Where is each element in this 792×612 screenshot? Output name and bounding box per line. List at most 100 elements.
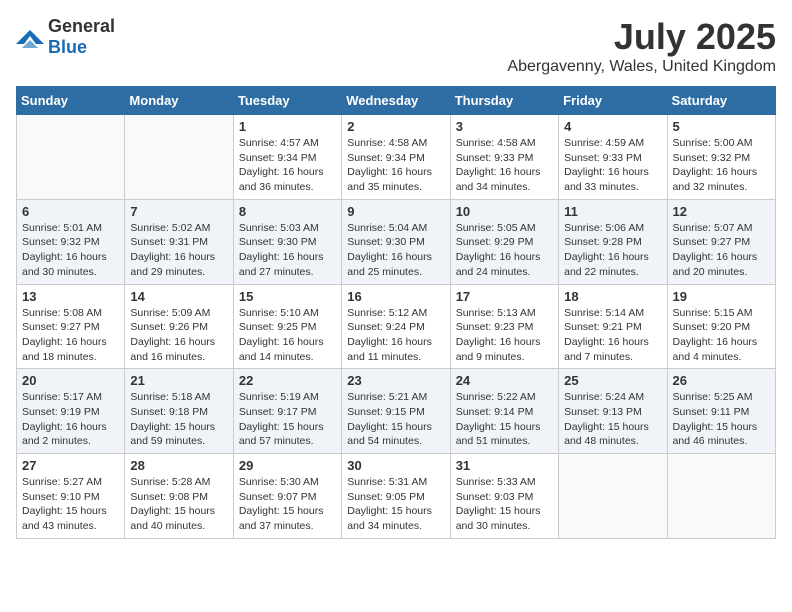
weekday-header-thursday: Thursday [450,87,558,115]
day-info: Sunrise: 4:59 AM Sunset: 9:33 PM Dayligh… [564,136,661,195]
logo-general: General [48,16,115,36]
sunset: Sunset: 9:33 PM [456,152,534,164]
day-cell: 19 Sunrise: 5:15 AM Sunset: 9:20 PM Dayl… [667,284,775,369]
sunset: Sunset: 9:30 PM [239,236,317,248]
day-number: 26 [673,373,770,388]
day-number: 15 [239,289,336,304]
day-number: 31 [456,458,553,473]
page-header: General Blue July 2025 Abergavenny, Wale… [16,16,776,76]
day-info: Sunrise: 5:19 AM Sunset: 9:17 PM Dayligh… [239,390,336,449]
day-cell: 8 Sunrise: 5:03 AM Sunset: 9:30 PM Dayli… [233,199,341,284]
logo-blue: Blue [48,37,87,57]
day-info: Sunrise: 5:28 AM Sunset: 9:08 PM Dayligh… [130,475,227,534]
day-cell [667,454,775,539]
sunrise: Sunrise: 4:58 AM [456,137,536,149]
day-info: Sunrise: 5:10 AM Sunset: 9:25 PM Dayligh… [239,306,336,365]
day-cell: 17 Sunrise: 5:13 AM Sunset: 9:23 PM Dayl… [450,284,558,369]
daylight: Daylight: 16 hours and 11 minutes. [347,336,432,363]
day-cell: 7 Sunrise: 5:02 AM Sunset: 9:31 PM Dayli… [125,199,233,284]
day-info: Sunrise: 4:57 AM Sunset: 9:34 PM Dayligh… [239,136,336,195]
sunrise: Sunrise: 5:05 AM [456,222,536,234]
day-info: Sunrise: 5:13 AM Sunset: 9:23 PM Dayligh… [456,306,553,365]
sunset: Sunset: 9:23 PM [456,321,534,333]
day-number: 21 [130,373,227,388]
calendar: SundayMondayTuesdayWednesdayThursdayFrid… [16,86,776,539]
weekday-header-row: SundayMondayTuesdayWednesdayThursdayFrid… [17,87,776,115]
daylight: Daylight: 16 hours and 24 minutes. [456,251,541,278]
sunrise: Sunrise: 5:07 AM [673,222,753,234]
sunset: Sunset: 9:34 PM [347,152,425,164]
day-info: Sunrise: 5:24 AM Sunset: 9:13 PM Dayligh… [564,390,661,449]
day-number: 18 [564,289,661,304]
day-info: Sunrise: 5:14 AM Sunset: 9:21 PM Dayligh… [564,306,661,365]
day-info: Sunrise: 5:05 AM Sunset: 9:29 PM Dayligh… [456,221,553,280]
daylight: Daylight: 15 hours and 43 minutes. [22,505,107,532]
sunrise: Sunrise: 5:28 AM [130,476,210,488]
sunrise: Sunrise: 5:04 AM [347,222,427,234]
day-cell: 31 Sunrise: 5:33 AM Sunset: 9:03 PM Dayl… [450,454,558,539]
day-number: 17 [456,289,553,304]
daylight: Daylight: 15 hours and 34 minutes. [347,505,432,532]
day-info: Sunrise: 5:18 AM Sunset: 9:18 PM Dayligh… [130,390,227,449]
sunset: Sunset: 9:08 PM [130,491,208,503]
daylight: Daylight: 16 hours and 35 minutes. [347,166,432,193]
daylight: Daylight: 16 hours and 7 minutes. [564,336,649,363]
day-info: Sunrise: 5:01 AM Sunset: 9:32 PM Dayligh… [22,221,119,280]
day-info: Sunrise: 4:58 AM Sunset: 9:33 PM Dayligh… [456,136,553,195]
daylight: Daylight: 15 hours and 30 minutes. [456,505,541,532]
sunrise: Sunrise: 5:03 AM [239,222,319,234]
sunrise: Sunrise: 5:30 AM [239,476,319,488]
day-cell: 11 Sunrise: 5:06 AM Sunset: 9:28 PM Dayl… [559,199,667,284]
sunset: Sunset: 9:07 PM [239,491,317,503]
sunset: Sunset: 9:21 PM [564,321,642,333]
day-cell: 24 Sunrise: 5:22 AM Sunset: 9:14 PM Dayl… [450,369,558,454]
day-info: Sunrise: 5:04 AM Sunset: 9:30 PM Dayligh… [347,221,444,280]
week-row-5: 27 Sunrise: 5:27 AM Sunset: 9:10 PM Dayl… [17,454,776,539]
sunrise: Sunrise: 4:59 AM [564,137,644,149]
day-number: 6 [22,204,119,219]
weekday-header-tuesday: Tuesday [233,87,341,115]
sunset: Sunset: 9:13 PM [564,406,642,418]
sunrise: Sunrise: 5:25 AM [673,391,753,403]
sunrise: Sunrise: 5:08 AM [22,307,102,319]
daylight: Daylight: 16 hours and 34 minutes. [456,166,541,193]
sunrise: Sunrise: 5:02 AM [130,222,210,234]
sunrise: Sunrise: 5:17 AM [22,391,102,403]
day-info: Sunrise: 5:17 AM Sunset: 9:19 PM Dayligh… [22,390,119,449]
sunset: Sunset: 9:34 PM [239,152,317,164]
sunrise: Sunrise: 5:27 AM [22,476,102,488]
day-number: 24 [456,373,553,388]
day-cell: 26 Sunrise: 5:25 AM Sunset: 9:11 PM Dayl… [667,369,775,454]
day-number: 22 [239,373,336,388]
sunset: Sunset: 9:15 PM [347,406,425,418]
daylight: Daylight: 15 hours and 48 minutes. [564,421,649,448]
sunrise: Sunrise: 5:06 AM [564,222,644,234]
daylight: Daylight: 16 hours and 32 minutes. [673,166,758,193]
day-info: Sunrise: 4:58 AM Sunset: 9:34 PM Dayligh… [347,136,444,195]
sunrise: Sunrise: 4:58 AM [347,137,427,149]
day-number: 29 [239,458,336,473]
sunset: Sunset: 9:19 PM [22,406,100,418]
day-cell: 13 Sunrise: 5:08 AM Sunset: 9:27 PM Dayl… [17,284,125,369]
logo: General Blue [16,16,115,58]
sunset: Sunset: 9:33 PM [564,152,642,164]
day-info: Sunrise: 5:22 AM Sunset: 9:14 PM Dayligh… [456,390,553,449]
sunset: Sunset: 9:25 PM [239,321,317,333]
day-cell: 15 Sunrise: 5:10 AM Sunset: 9:25 PM Dayl… [233,284,341,369]
sunrise: Sunrise: 5:33 AM [456,476,536,488]
day-info: Sunrise: 5:25 AM Sunset: 9:11 PM Dayligh… [673,390,770,449]
day-info: Sunrise: 5:21 AM Sunset: 9:15 PM Dayligh… [347,390,444,449]
sunset: Sunset: 9:31 PM [130,236,208,248]
sunset: Sunset: 9:11 PM [673,406,750,418]
daylight: Daylight: 16 hours and 16 minutes. [130,336,215,363]
sunrise: Sunrise: 5:10 AM [239,307,319,319]
day-number: 25 [564,373,661,388]
daylight: Daylight: 16 hours and 25 minutes. [347,251,432,278]
day-info: Sunrise: 5:07 AM Sunset: 9:27 PM Dayligh… [673,221,770,280]
day-number: 23 [347,373,444,388]
weekday-header-sunday: Sunday [17,87,125,115]
sunset: Sunset: 9:03 PM [456,491,534,503]
day-number: 12 [673,204,770,219]
day-number: 14 [130,289,227,304]
day-cell: 25 Sunrise: 5:24 AM Sunset: 9:13 PM Dayl… [559,369,667,454]
